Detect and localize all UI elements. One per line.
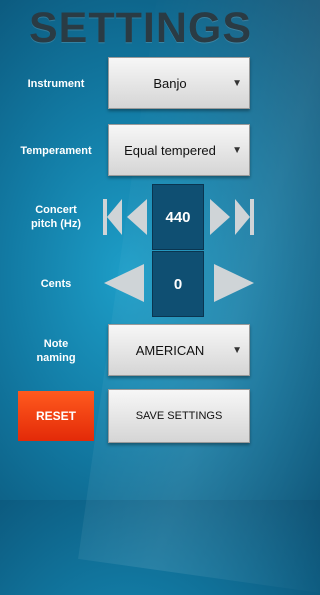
decrement-icon[interactable] xyxy=(103,264,145,302)
page-title: SETTINGS xyxy=(28,4,253,52)
concert-pitch-label-line1: Concert xyxy=(35,204,77,216)
reset-button[interactable]: RESET xyxy=(18,391,94,441)
chevron-down-icon: ▼ xyxy=(232,345,242,356)
cents-label: Cents xyxy=(40,278,72,290)
temperament-value: Equal tempered xyxy=(124,142,216,158)
first-icon[interactable] xyxy=(103,199,123,235)
note-naming-label: Note naming xyxy=(10,337,102,365)
last-icon[interactable] xyxy=(234,199,254,235)
chevron-down-icon: ▼ xyxy=(232,145,242,156)
instrument-label: Instrument xyxy=(27,78,85,90)
concert-pitch-label: Concert pitch (Hz) xyxy=(10,203,102,231)
note-naming-label-line2: naming xyxy=(36,352,76,364)
instrument-dropdown[interactable]: Banjo ▼ xyxy=(108,57,250,109)
note-naming-label-line1: Note xyxy=(43,338,69,350)
temperament-label: Temperament xyxy=(20,145,92,157)
concert-pitch-label-line2: pitch (Hz) xyxy=(30,218,82,230)
save-settings-button[interactable]: SAVE SETTINGS xyxy=(108,389,250,443)
note-naming-value: AMERICAN xyxy=(135,342,205,358)
increment-icon[interactable] xyxy=(213,264,255,302)
concert-pitch-value: 440 xyxy=(152,184,204,250)
chevron-down-icon: ▼ xyxy=(232,78,242,89)
next-icon[interactable] xyxy=(209,199,231,235)
note-naming-dropdown[interactable]: AMERICAN ▼ xyxy=(108,324,250,376)
temperament-dropdown[interactable]: Equal tempered ▼ xyxy=(108,124,250,176)
instrument-value: Banjo xyxy=(153,75,187,91)
prev-icon[interactable] xyxy=(126,199,148,235)
cents-value: 0 xyxy=(152,251,204,317)
